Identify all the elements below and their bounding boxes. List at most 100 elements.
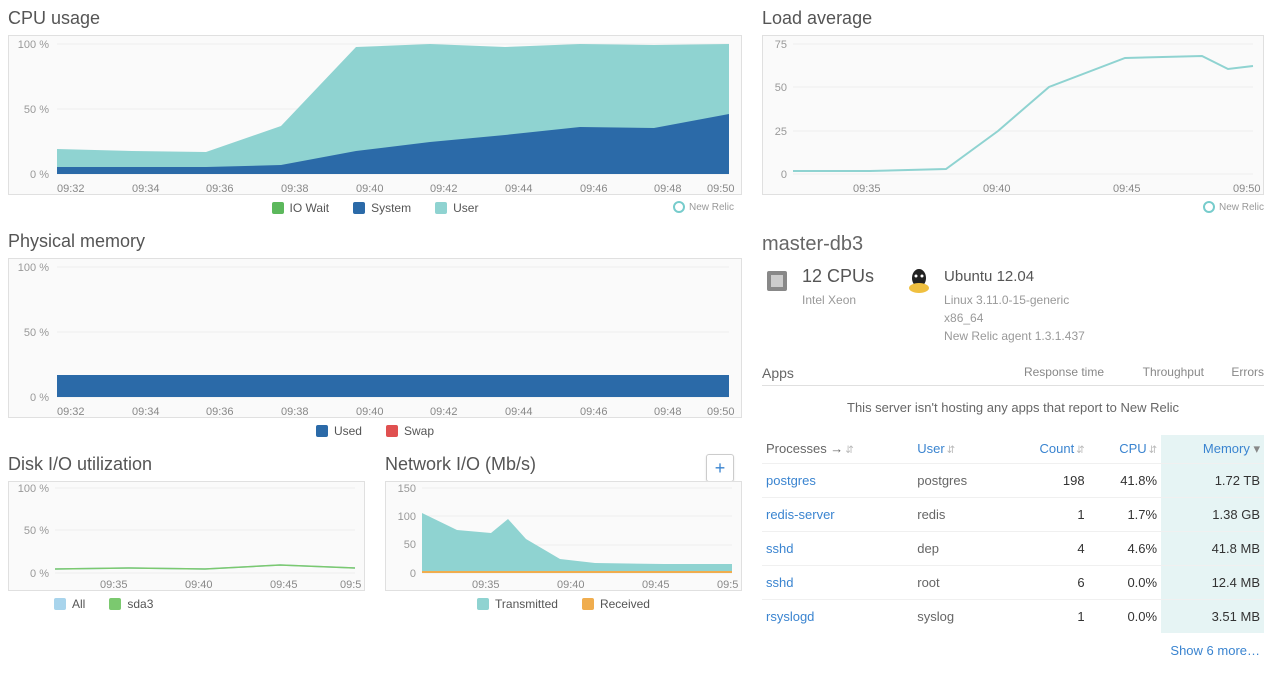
process-cpu: 0.0% [1089,565,1161,599]
legend-disk-all[interactable]: All [54,597,85,611]
svg-text:09:5: 09:5 [340,579,361,591]
svg-text:09:42: 09:42 [430,406,458,418]
newrelic-attribution: New Relic [1203,201,1264,213]
legend-iowait[interactable]: IO Wait [272,201,330,215]
process-memory: 1.72 TB [1161,463,1264,497]
show-more-link[interactable]: Show 6 more… [762,633,1264,658]
process-user: root [913,565,1004,599]
agent-version: New Relic agent 1.3.1.437 [944,327,1085,345]
svg-text:09:44: 09:44 [505,406,533,418]
apps-header: Apps Response time Throughput Errors [762,365,1264,386]
svg-text:0 %: 0 % [30,568,49,580]
disk-chart-svg[interactable]: 100 % 50 % 0 % 09:35 09:40 09:45 09:5 [9,482,364,592]
cpu-model: Intel Xeon [802,293,874,307]
server-info: 12 CPUs Intel Xeon Ubuntu 12.04 Linux 3.… [762,266,1264,345]
legend-net-tx[interactable]: Transmitted [477,597,558,611]
svg-text:09:34: 09:34 [132,406,160,418]
col-user[interactable]: User⇵ [913,435,1004,464]
net-chart-svg[interactable]: 150 100 50 0 09:35 09:40 09:45 09:5 [386,482,741,592]
svg-text:09:38: 09:38 [281,183,309,195]
os-name: Ubuntu 12.04 [944,266,1085,289]
newrelic-attribution: New Relic [673,201,734,213]
legend-net-rx[interactable]: Received [582,597,650,611]
svg-text:09:46: 09:46 [580,406,608,418]
svg-text:09:32: 09:32 [57,183,85,195]
table-row[interactable]: postgrespostgres19841.8%1.72 TB [762,463,1264,497]
svg-text:50: 50 [404,539,416,551]
process-name[interactable]: postgres [762,463,913,497]
svg-text:09:40: 09:40 [356,183,384,195]
table-row[interactable]: sshddep44.6%41.8 MB [762,531,1264,565]
svg-text:09:35: 09:35 [100,579,128,591]
svg-text:09:48: 09:48 [654,406,682,418]
legend-disk-sda3[interactable]: sda3 [109,597,153,611]
load-chart-svg[interactable]: 75 50 25 0 09:35 09:40 09:45 09:50 [763,36,1261,196]
process-cpu: 1.7% [1089,497,1161,531]
svg-text:25: 25 [775,126,787,138]
process-user: syslog [913,599,1004,633]
os-icon [904,266,934,296]
architecture: x86_64 [944,309,1085,327]
disk-io-chart: Disk I/O utilization 100 % 50 % 0 % 09:3… [8,454,365,617]
cpu-usage-chart: CPU usage 100 % 50 % 0 % [8,8,742,221]
svg-text:0 %: 0 % [30,169,49,181]
svg-text:09:46: 09:46 [580,183,608,195]
svg-text:50 %: 50 % [24,327,49,339]
svg-text:100 %: 100 % [18,483,49,495]
mem-chart-svg[interactable]: 100 % 50 % 0 % 09:32 09:34 09:36 09:38 0… [9,259,737,419]
svg-text:09:38: 09:38 [281,406,309,418]
svg-text:09:50: 09:50 [707,406,735,418]
svg-text:09:5: 09:5 [717,579,738,591]
processes-heading[interactable]: Processes →⇵ [762,435,913,464]
svg-text:09:40: 09:40 [185,579,213,591]
chart-title: Physical memory [8,231,742,252]
legend-user[interactable]: User [435,201,478,215]
svg-text:09:34: 09:34 [132,183,160,195]
svg-text:100: 100 [398,511,416,523]
legend-system[interactable]: System [353,201,411,215]
process-user: redis [913,497,1004,531]
chart-title: Network I/O (Mb/s) [385,454,742,475]
legend-used[interactable]: Used [316,424,362,438]
svg-text:09:35: 09:35 [472,579,500,591]
table-row[interactable]: sshdroot60.0%12.4 MB [762,565,1264,599]
col-cpu[interactable]: CPU⇵ [1089,435,1161,464]
col-count[interactable]: Count⇵ [1005,435,1089,464]
process-cpu: 4.6% [1089,531,1161,565]
process-user: postgres [913,463,1004,497]
svg-text:09:36: 09:36 [206,406,234,418]
legend-swap[interactable]: Swap [386,424,434,438]
svg-text:09:45: 09:45 [1113,183,1141,195]
svg-text:150: 150 [398,483,416,495]
process-cpu: 41.8% [1089,463,1161,497]
svg-text:100 %: 100 % [18,262,49,274]
svg-text:100 %: 100 % [18,39,49,51]
process-memory: 12.4 MB [1161,565,1264,599]
process-count: 6 [1005,565,1089,599]
col-memory[interactable]: Memory ▾ [1161,435,1264,464]
table-row[interactable]: redis-serverredis11.7%1.38 GB [762,497,1264,531]
svg-text:09:42: 09:42 [430,183,458,195]
cpu-count: 12 CPUs [802,266,874,287]
table-row[interactable]: rsyslogdsyslog10.0%3.51 MB [762,599,1264,633]
process-name[interactable]: sshd [762,531,913,565]
svg-text:09:50: 09:50 [1233,183,1261,195]
cpu-chart-svg[interactable]: 100 % 50 % 0 % 09:32 09:34 09:36 09:38 0… [9,36,737,196]
svg-text:75: 75 [775,39,787,51]
svg-text:09:48: 09:48 [654,183,682,195]
process-name[interactable]: redis-server [762,497,913,531]
process-name[interactable]: rsyslogd [762,599,913,633]
svg-text:09:45: 09:45 [642,579,670,591]
svg-text:09:50: 09:50 [707,183,735,195]
svg-text:50 %: 50 % [24,104,49,116]
process-count: 1 [1005,497,1089,531]
process-name[interactable]: sshd [762,565,913,599]
chart-title: Disk I/O utilization [8,454,365,475]
add-chart-button[interactable]: + [706,454,734,482]
chart-title: Load average [762,8,1264,29]
svg-text:0: 0 [781,169,787,181]
process-count: 4 [1005,531,1089,565]
process-count: 1 [1005,599,1089,633]
svg-text:09:45: 09:45 [270,579,298,591]
svg-text:09:35: 09:35 [853,183,881,195]
